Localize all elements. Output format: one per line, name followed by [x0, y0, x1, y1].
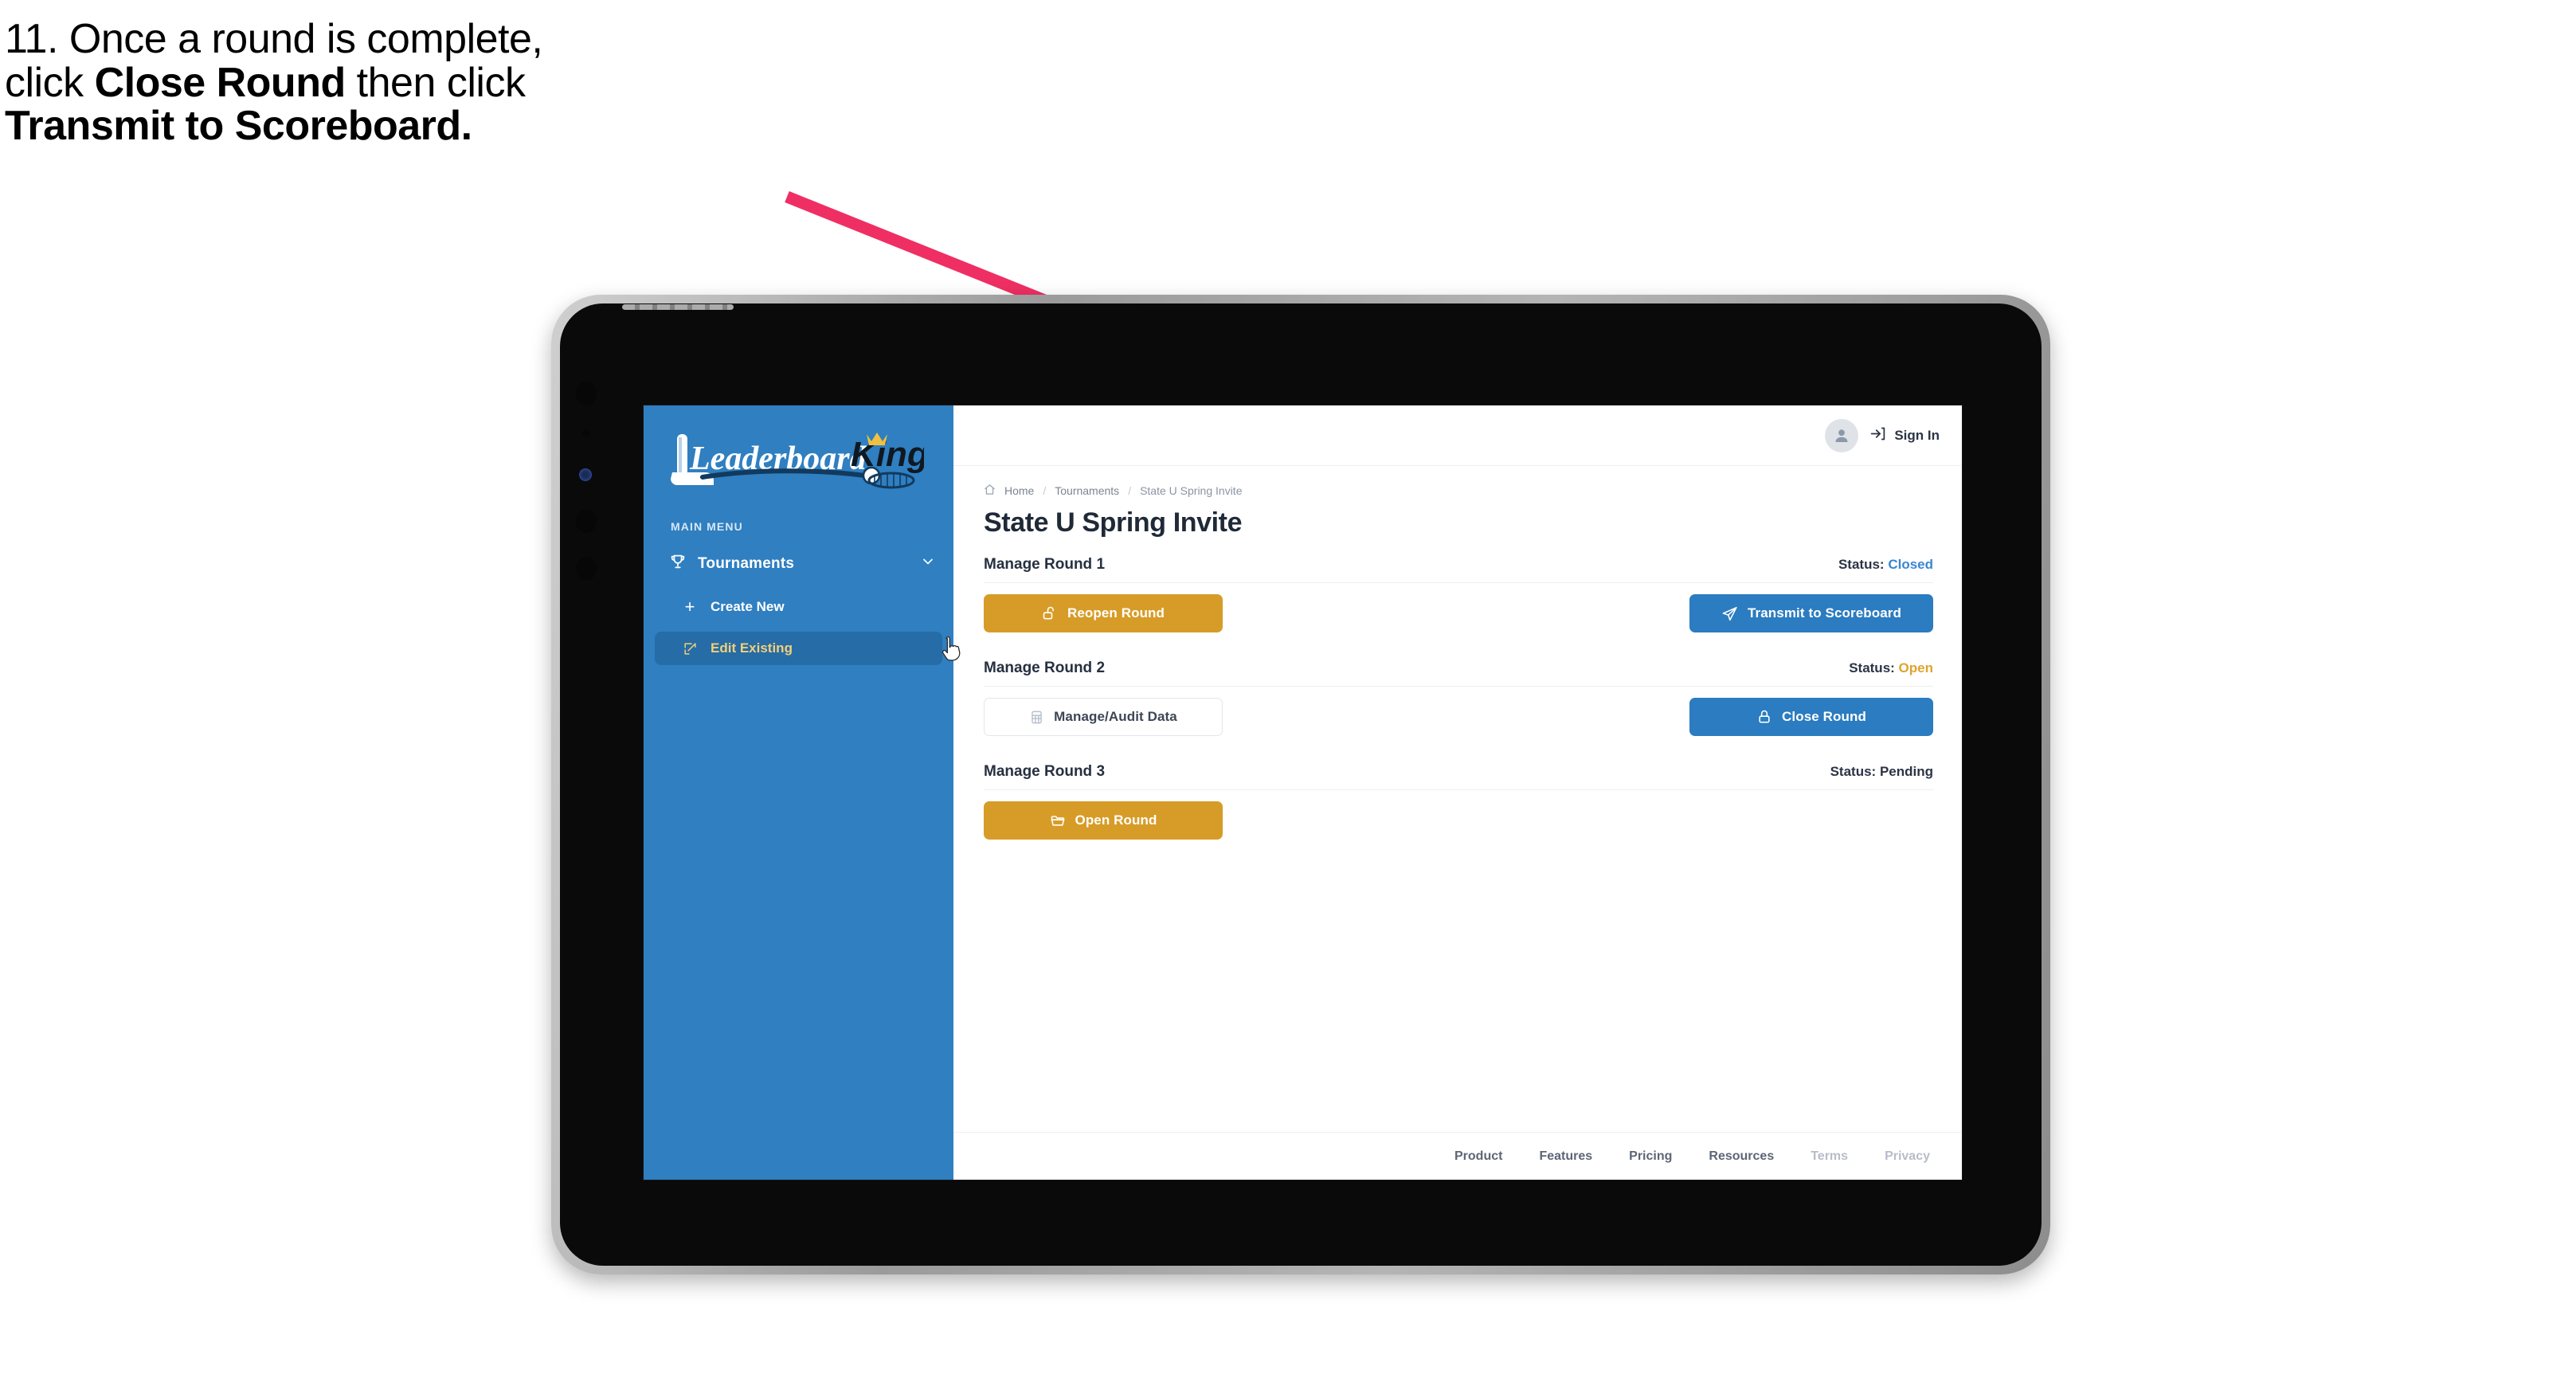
edit-square-icon: [682, 640, 698, 656]
status-value: Pending: [1879, 764, 1933, 779]
spreadsheet-icon: [1032, 711, 1042, 723]
sidebar-item-label: Tournaments: [698, 555, 795, 572]
round-header: Manage Round 3 Status: Pending: [984, 763, 1933, 790]
round-header: Manage Round 1 Status: Closed: [984, 556, 1933, 583]
avatar[interactable]: [1825, 418, 1859, 452]
caption-bold-close-round: Close Round: [94, 59, 346, 106]
svg-text:King: King: [851, 435, 924, 474]
camera-icon: [576, 382, 597, 405]
sensor-dot-icon: [576, 509, 597, 533]
caption-line-1: 11. Once a round is complete,: [5, 16, 543, 62]
footer-link-terms[interactable]: Terms: [1811, 1149, 1848, 1164]
button-label: Manage/Audit Data: [1054, 709, 1177, 724]
footer-link-product[interactable]: Product: [1454, 1149, 1502, 1164]
folder-open-icon: [1051, 816, 1064, 826]
status-badge: Status: Open: [1849, 660, 1933, 676]
breadcrumb-item-tournaments[interactable]: Tournaments: [1055, 484, 1119, 497]
status-badge: Status: Pending: [1830, 764, 1933, 780]
sidebar-item-tournaments[interactable]: Tournaments: [644, 546, 953, 582]
footer-link-features[interactable]: Features: [1539, 1149, 1592, 1164]
footer: Product Features Pricing Resources Terms…: [953, 1132, 1962, 1180]
login-arrow-icon: [1869, 425, 1886, 446]
breadcrumb-separator: /: [1043, 484, 1047, 497]
app-screen: Leaderboard King MAIN MENU Tournaments +…: [644, 405, 1962, 1180]
plus-icon: +: [684, 597, 695, 617]
home-icon: [984, 484, 996, 498]
button-label: Open Round: [1075, 812, 1157, 828]
page-title: State U Spring Invite: [984, 507, 1243, 538]
round-section-1: Manage Round 1 Status: Closed Reopen Rou…: [984, 556, 1933, 632]
sidebar-item-edit-existing[interactable]: Edit Existing: [655, 632, 942, 665]
breadcrumb-separator: /: [1128, 484, 1132, 497]
speaker-grille-icon: [622, 304, 734, 310]
round-actions: Manage/Audit Data Close Round: [984, 698, 1933, 736]
user-avatar-icon: [1835, 429, 1848, 442]
sidebar-subitem-label: Edit Existing: [711, 640, 793, 656]
round-title: Manage Round 2: [984, 660, 1106, 676]
send-plane-icon: [1722, 606, 1737, 621]
round-header: Manage Round 2 Status: Open: [984, 660, 1933, 687]
sensor-dot-icon: [576, 557, 597, 581]
top-bar: Sign In: [953, 405, 1962, 466]
sensor-dot-icon: [582, 429, 589, 437]
round-title: Manage Round 3: [984, 763, 1106, 780]
status-badge: Status: Closed: [1838, 557, 1933, 573]
reopen-round-button[interactable]: Reopen Round: [984, 594, 1223, 632]
sign-in-button[interactable]: Sign In: [1869, 425, 1940, 446]
status-value: Closed: [1888, 557, 1933, 572]
content-area: Home / Tournaments / State U Spring Invi…: [953, 466, 1962, 1132]
trophy-icon: [669, 553, 687, 575]
transmit-to-scoreboard-button[interactable]: Transmit to Scoreboard: [1689, 594, 1933, 632]
unlock-icon: [1043, 606, 1054, 620]
indicator-led-icon: [579, 468, 592, 481]
round-title: Manage Round 1: [984, 556, 1106, 573]
status-prefix: Status:: [1849, 660, 1895, 675]
button-label: Transmit to Scoreboard: [1747, 605, 1902, 621]
sign-in-label: Sign In: [1894, 427, 1940, 443]
round-actions: Open Round: [984, 801, 1933, 840]
footer-link-pricing[interactable]: Pricing: [1629, 1149, 1672, 1164]
sidebar-section-label: MAIN MENU: [671, 520, 743, 533]
footer-link-privacy[interactable]: Privacy: [1885, 1149, 1930, 1164]
caption-line-3: Transmit to Scoreboard.: [5, 104, 849, 148]
button-label: Close Round: [1782, 709, 1866, 724]
breadcrumb: Home / Tournaments / State U Spring Invi…: [984, 484, 1933, 498]
lock-icon: [1759, 710, 1770, 723]
sidebar-nav: Tournaments + Create New Edit Existing: [644, 546, 953, 665]
manage-audit-data-button[interactable]: Manage/Audit Data: [984, 698, 1223, 736]
page-root: 11. Once a round is complete, click Clos…: [0, 0, 2576, 1386]
sidebar: Leaderboard King MAIN MENU Tournaments +…: [644, 405, 961, 1180]
leaderboard-king-logo-icon: Leaderboard King: [671, 433, 924, 489]
tablet-bezel: Leaderboard King MAIN MENU Tournaments +…: [560, 303, 2042, 1266]
main-column: Sign In Home / Tournaments / State U Spr…: [953, 405, 1962, 1180]
pointing-hand-cursor: [942, 636, 961, 661]
breadcrumb-item-home[interactable]: Home: [1004, 484, 1034, 497]
button-label: Reopen Round: [1067, 605, 1165, 621]
sidebar-subitem-label: Create New: [711, 599, 785, 614]
caption-bold-transmit: Transmit to Scoreboard.: [5, 103, 472, 150]
status-prefix: Status:: [1830, 764, 1877, 779]
tablet-device: Leaderboard King MAIN MENU Tournaments +…: [551, 295, 2050, 1274]
round-actions: Reopen Round Transmit to Scoreboard: [984, 594, 1933, 632]
instruction-caption: 11. Once a round is complete, click Clos…: [5, 18, 849, 148]
sidebar-item-create-new[interactable]: + Create New: [655, 590, 942, 624]
status-value: Open: [1898, 660, 1933, 675]
open-round-button[interactable]: Open Round: [984, 801, 1223, 840]
breadcrumb-item-current: State U Spring Invite: [1140, 484, 1243, 497]
round-section-2: Manage Round 2 Status: Open Manage/Audit…: [984, 660, 1933, 736]
footer-link-resources[interactable]: Resources: [1709, 1149, 1774, 1164]
status-prefix: Status:: [1838, 557, 1885, 572]
chevron-down-icon[interactable]: [920, 554, 936, 574]
caption-line-2: click Close Round then click: [5, 59, 526, 106]
brand-logo[interactable]: Leaderboard King: [644, 420, 953, 503]
close-round-button[interactable]: Close Round: [1689, 698, 1933, 736]
round-section-3: Manage Round 3 Status: Pending Open Roun…: [984, 763, 1933, 840]
